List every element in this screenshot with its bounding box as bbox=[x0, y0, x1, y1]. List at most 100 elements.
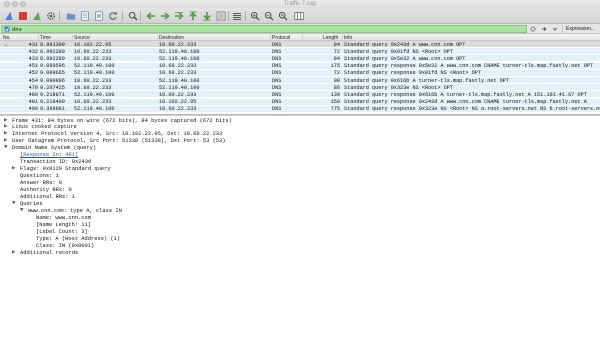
go-first-packet-icon[interactable] bbox=[188, 11, 198, 21]
detail-row[interactable]: [Label Count: 3] bbox=[0, 228, 600, 235]
detail-row[interactable]: Class: IN (0x0001) bbox=[0, 242, 600, 249]
open-file-icon[interactable] bbox=[66, 11, 76, 21]
detail-text: Internet Protocol Version 4, Src: 10.102… bbox=[12, 131, 223, 138]
packet-no: 431 bbox=[28, 41, 38, 48]
start-capture-icon[interactable] bbox=[4, 11, 14, 21]
packet-list[interactable]: No. Time Source Destination Protocol Len… bbox=[0, 34, 600, 114]
packet-source: 10.60.22.233 bbox=[74, 77, 112, 84]
go-back-icon[interactable] bbox=[146, 11, 156, 21]
detail-row[interactable]: [Response In: 481] bbox=[0, 152, 600, 159]
packet-row[interactable]: 454 9.090896 10.60.22.233 52.119.40.100 DNS 9… bbox=[0, 77, 600, 84]
packet-info: Standard query response 0x243d A www.cnn… bbox=[344, 99, 587, 106]
detail-row[interactable]: Additional RRs: 1 bbox=[0, 193, 600, 200]
packet-source: 52.119.40.100 bbox=[74, 91, 115, 98]
expand-triangle-right-icon[interactable]: ▶ bbox=[12, 250, 16, 255]
column-header-destination[interactable]: Destination bbox=[159, 35, 184, 41]
detail-row[interactable]: Transaction ID: 0x243d bbox=[0, 159, 600, 166]
expand-triangle-right-icon[interactable]: ▶ bbox=[4, 118, 8, 123]
detail-text: Type: A (Host Address) (1) bbox=[36, 235, 121, 242]
detail-row[interactable]: ▶ Internet Protocol Version 4, Src: 10.10… bbox=[0, 131, 600, 138]
detail-row[interactable]: Name: www.cnn.com bbox=[0, 214, 600, 221]
column-header-length[interactable]: Length bbox=[323, 35, 338, 41]
resize-columns-icon[interactable] bbox=[294, 11, 304, 21]
packet-info: Standard query response 0x616b A turner-… bbox=[344, 91, 587, 98]
packet-protocol: DNS bbox=[272, 63, 282, 70]
detail-row[interactable]: ▶ Frame 431: 84 bytes on wire (672 bits),… bbox=[0, 117, 600, 124]
column-header-source[interactable]: Source bbox=[74, 35, 90, 41]
go-last-packet-icon[interactable] bbox=[202, 11, 212, 21]
packet-destination: 10.60.22.233 bbox=[159, 63, 197, 70]
toolbar-separator bbox=[140, 11, 141, 21]
zoom-in-icon[interactable] bbox=[250, 11, 260, 21]
expand-triangle-down-icon[interactable]: ▼ bbox=[20, 208, 24, 213]
detail-row[interactable]: ▼ Queries bbox=[0, 200, 600, 207]
packet-no: 480 bbox=[28, 91, 38, 98]
column-header-info[interactable]: Info bbox=[344, 35, 352, 41]
detail-text: [Label Count: 3] bbox=[36, 228, 88, 235]
packet-details-tree[interactable]: ▶ Frame 431: 84 bytes on wire (672 bits),… bbox=[0, 116, 600, 354]
main-toolbar bbox=[0, 8, 600, 24]
close-file-icon[interactable] bbox=[94, 11, 104, 21]
zoom-normal-icon[interactable] bbox=[278, 11, 288, 21]
detail-row[interactable]: ▶ Additional records bbox=[0, 249, 600, 256]
go-forward-icon[interactable] bbox=[160, 11, 170, 21]
expand-triangle-right-icon[interactable]: ▶ bbox=[4, 132, 8, 137]
expression-button[interactable]: Expression... bbox=[562, 25, 598, 33]
expand-triangle-right-icon[interactable]: ▶ bbox=[4, 125, 8, 130]
packet-row[interactable]: 432 8.992280 10.60.22.233 52.119.40.100 DNS 7… bbox=[0, 48, 600, 56]
detail-row[interactable]: ▶ Linux cooked capture bbox=[0, 124, 600, 131]
autoscroll-icon[interactable] bbox=[216, 11, 226, 21]
detail-row[interactable]: ▼ www.cnn.com: type A, class IN bbox=[0, 207, 600, 214]
detail-row[interactable]: Type: A (Host Address) (1) bbox=[0, 235, 600, 242]
packet-protocol: DNS bbox=[272, 91, 282, 98]
save-file-icon[interactable] bbox=[80, 11, 90, 21]
packet-length: 84 bbox=[333, 55, 340, 62]
filter-clear-button[interactable] bbox=[528, 25, 538, 33]
column-header-no[interactable]: No. bbox=[3, 35, 11, 41]
packet-length: 72 bbox=[333, 48, 340, 55]
response-in-link[interactable]: [Response In: 481] bbox=[20, 152, 78, 158]
packet-row[interactable]: 481 9.218400 10.60.22.233 10.102.22.95 DNS 15… bbox=[0, 98, 600, 106]
packet-row[interactable]: 433 8.992280 10.60.22.233 52.119.40.100 DNS 8… bbox=[0, 55, 600, 63]
packet-source: 52.119.40.100 bbox=[74, 63, 115, 70]
detail-row[interactable]: Authority RRs: 0 bbox=[0, 187, 600, 194]
expand-triangle-down-icon[interactable]: ▼ bbox=[4, 146, 8, 151]
expand-triangle-right-icon[interactable]: ▶ bbox=[4, 139, 8, 144]
find-packet-icon[interactable] bbox=[128, 11, 138, 21]
column-header-protocol[interactable]: Protocol bbox=[272, 35, 290, 41]
detail-row[interactable]: Answer RRs: 0 bbox=[0, 180, 600, 187]
detail-row[interactable]: ▶ User Datagram Protocol, Src Port: 51338… bbox=[0, 138, 600, 145]
display-filter-bar: dns Expression... bbox=[0, 24, 600, 34]
expand-triangle-right-icon[interactable]: ▶ bbox=[12, 166, 16, 171]
detail-row[interactable]: [Name Length: 11] bbox=[0, 221, 600, 228]
detail-row[interactable]: Questions: 1 bbox=[0, 173, 600, 180]
column-header-time[interactable]: Time bbox=[40, 35, 51, 41]
colorize-icon[interactable] bbox=[232, 11, 242, 21]
packet-row[interactable]: 490 9.398981 52.119.40.100 10.60.22.233 DNS 7… bbox=[0, 105, 600, 113]
packet-row[interactable]: 479 9.207425 10.60.22.233 52.119.40.100 DNS 8… bbox=[0, 84, 600, 92]
reload-file-icon[interactable] bbox=[108, 11, 118, 21]
packet-source: 10.60.22.233 bbox=[74, 84, 112, 91]
filter-apply-button[interactable] bbox=[539, 25, 549, 33]
packet-length: 175 bbox=[330, 63, 340, 70]
detail-row[interactable]: ▼ Domain Name System (query) bbox=[0, 145, 600, 152]
toolbar-separator bbox=[59, 11, 60, 21]
packet-row[interactable]: 452 9.089665 52.119.40.100 10.60.22.233 DNS 7… bbox=[0, 69, 600, 77]
packet-row[interactable]: 480 9.218871 52.119.40.100 10.60.22.233 DNS 1… bbox=[0, 91, 600, 99]
restart-capture-icon[interactable] bbox=[32, 11, 42, 21]
display-filter-input[interactable]: dns bbox=[1, 25, 527, 33]
detail-row[interactable]: ▶ Flags: 0x0120 Standard query bbox=[0, 166, 600, 173]
stop-capture-icon[interactable] bbox=[18, 11, 28, 21]
bookmark-icon[interactable] bbox=[3, 26, 10, 32]
expand-triangle-down-icon[interactable]: ▼ bbox=[12, 201, 16, 206]
packet-time: 9.089665 bbox=[40, 70, 65, 77]
toolbar-separator bbox=[228, 11, 229, 21]
detail-text: [Name Length: 11] bbox=[36, 221, 91, 228]
go-to-packet-icon[interactable] bbox=[174, 11, 184, 21]
capture-options-icon[interactable] bbox=[46, 11, 56, 21]
packet-row[interactable]: → 431 8.991309 10.102.22.95 10.60.22.233 DNS 8… bbox=[0, 41, 600, 48]
packet-row[interactable]: 451 9.089596 52.119.40.100 10.60.22.233 DNS 1… bbox=[0, 62, 600, 70]
filter-history-dropdown[interactable] bbox=[550, 25, 560, 33]
zoom-out-icon[interactable] bbox=[264, 11, 274, 21]
packet-no: 454 bbox=[28, 77, 38, 84]
